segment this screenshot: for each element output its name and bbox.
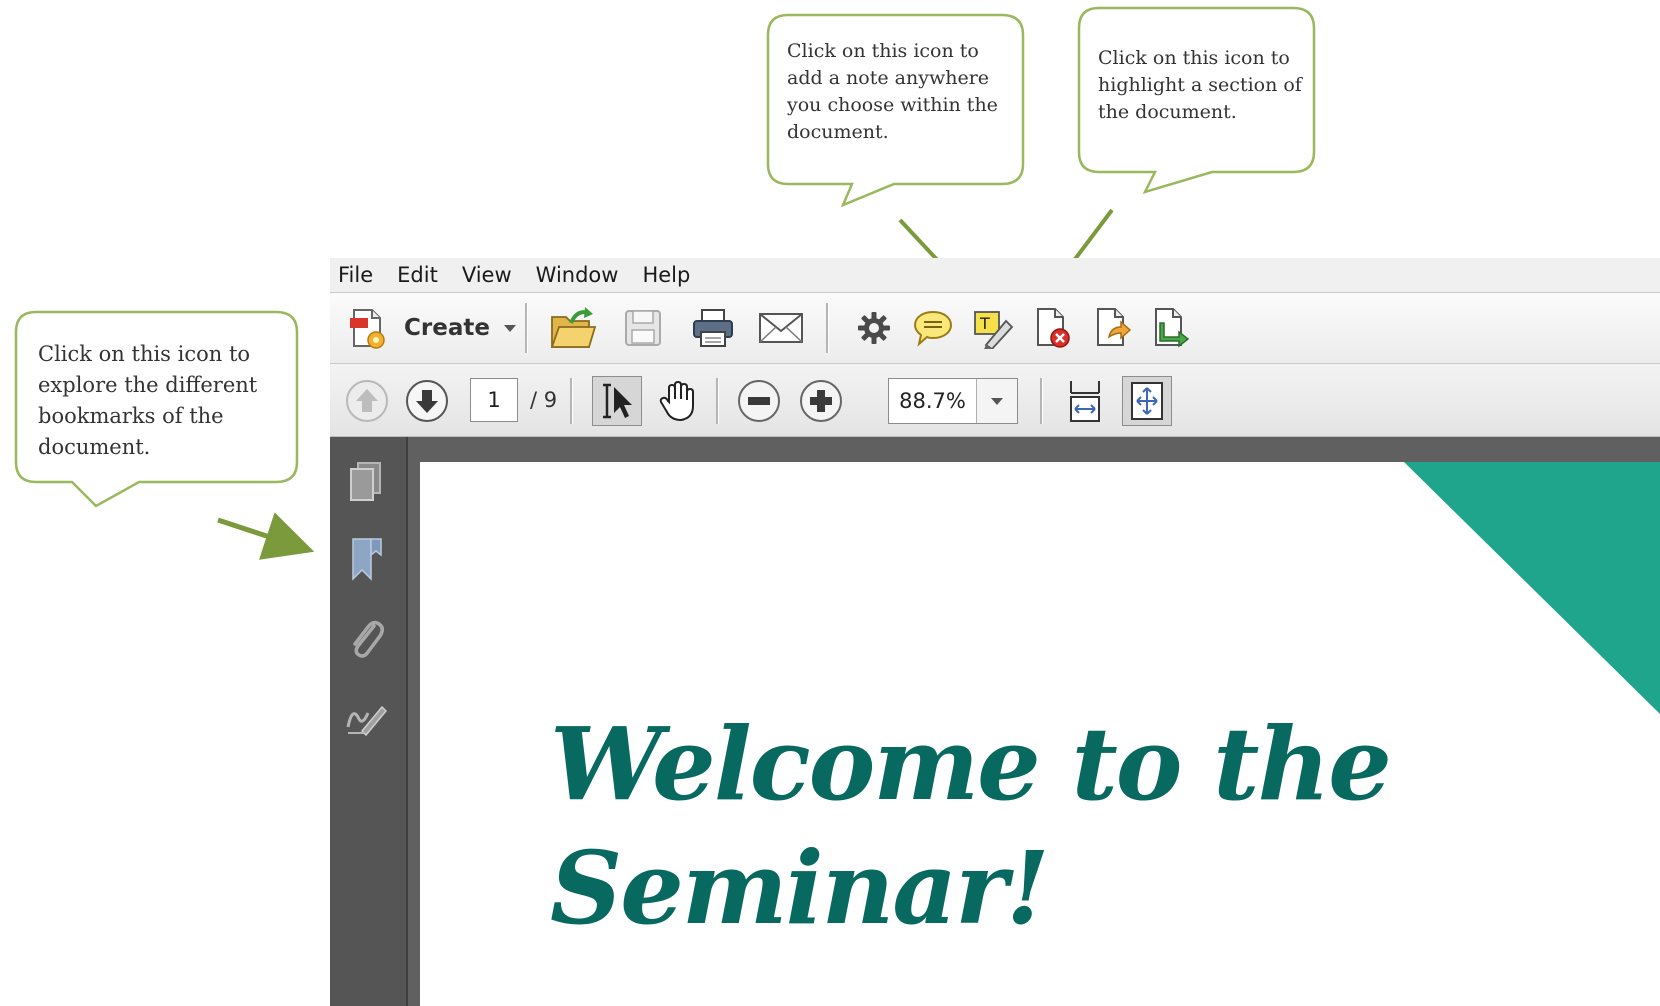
pages-icon [350,462,381,501]
arrow-down-circle-icon [406,380,448,422]
next-page-button[interactable] [404,378,450,424]
fit-page-button[interactable] [1122,376,1172,426]
highlight-pen-icon: T [974,311,1014,349]
previous-page-button[interactable] [344,378,390,424]
menu-help[interactable]: Help [630,263,702,287]
text-cursor-select-icon [603,383,632,419]
document-title-line-2: Seminar! [550,829,1050,947]
hand-tool-button[interactable] [652,376,702,426]
create-pdf-icon [350,309,385,349]
document-view[interactable]: Welcome to the Seminar! [408,437,1660,1006]
fit-width-icon [1070,381,1100,422]
bookmark-icon [352,538,382,581]
document-page: Welcome to the Seminar! [420,462,1660,1006]
document-send-icon [1155,308,1190,348]
attachments-button[interactable] [342,613,390,665]
gear-icon [858,312,890,344]
comment-bubble-icon [913,310,953,347]
printer-icon [693,309,733,347]
page-thumbnails-button[interactable] [342,457,390,505]
print-button[interactable] [688,303,738,353]
zoom-value[interactable]: 88.7% [889,379,977,423]
chevron-down-icon [991,397,1003,405]
callout-highlight-text: Click on this icon to highlight a sectio… [1098,47,1302,123]
zoom-select[interactable]: 88.7% [888,378,1018,424]
document-export-icon [1097,308,1132,346]
menu-bar: File Edit View Window Help [330,258,1660,293]
callout-note-text: Click on this icon to add a note anywher… [787,40,998,143]
arrow-to-bookmarks [217,512,315,560]
document-title: Welcome to the Seminar! [550,702,1392,950]
settings-button[interactable] [852,305,896,351]
menu-view[interactable]: View [450,263,524,287]
zoom-in-button[interactable] [798,378,844,424]
navigation-toolbar: 1 / 9 88.7% [330,364,1660,437]
pdf-reader-window: File Edit View Window Help Create T 1 / … [330,258,1660,1006]
page-total-label: / 9 [530,388,558,412]
document-title-line-1: Welcome to the [550,705,1392,823]
save-button[interactable] [618,303,668,353]
fit-width-button[interactable] [1060,376,1110,426]
hand-pan-icon [659,380,694,422]
create-button[interactable]: Create [346,305,516,351]
fit-page-icon [1131,382,1163,420]
email-button[interactable] [755,303,807,353]
menu-edit[interactable]: Edit [385,263,450,287]
create-button-label: Create [404,315,490,341]
chevron-down-icon [503,324,516,332]
envelope-icon [759,313,803,343]
zoom-dropdown-button[interactable] [977,379,1017,423]
signature-pen-icon [346,705,388,737]
save-disk-icon [625,310,661,346]
export-pdf-button[interactable] [1090,305,1136,351]
minus-circle-icon [738,380,780,422]
select-tool-button[interactable] [592,376,642,426]
callout-bookmarks-text: Click on this icon to explore the differ… [38,342,258,459]
bookmarks-button[interactable] [342,533,390,585]
navigation-pane [330,437,408,1006]
plus-circle-icon [800,380,842,422]
send-pdf-button[interactable] [1148,305,1194,351]
open-folder-icon [550,307,597,348]
arrow-up-circle-icon [346,380,388,422]
document-remove-icon [1037,308,1070,348]
menu-file[interactable]: File [330,263,385,287]
highlight-button[interactable]: T [970,305,1016,351]
open-button[interactable] [548,303,598,353]
add-note-button[interactable] [910,305,956,351]
zoom-out-button[interactable] [736,378,782,424]
menu-window[interactable]: Window [524,263,631,287]
svg-text:T: T [979,314,990,333]
page-number-input[interactable]: 1 [470,378,518,422]
signatures-button[interactable] [342,693,390,741]
delete-pdf-button[interactable] [1030,305,1076,351]
main-toolbar: Create T [330,293,1660,364]
paperclip-icon [353,620,384,658]
